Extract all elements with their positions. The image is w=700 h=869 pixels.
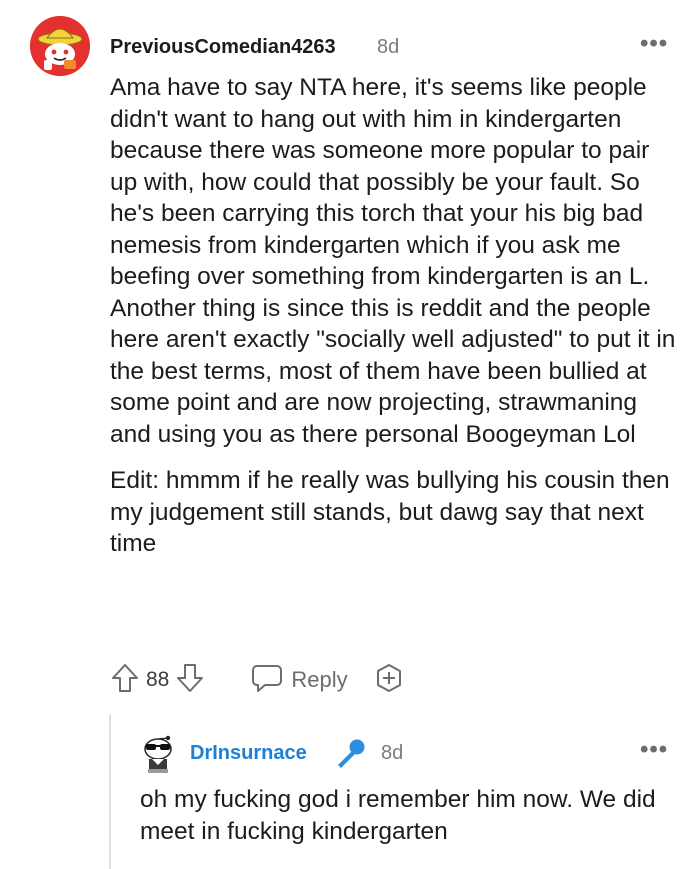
- comment-author[interactable]: PreviousComedian4263: [110, 36, 336, 59]
- microphone-icon: [333, 737, 367, 776]
- upvote-icon[interactable]: [110, 662, 140, 699]
- reply-body: oh my fucking god i remember him now. We…: [140, 786, 656, 845]
- reply-user-avatar[interactable]: [140, 735, 176, 775]
- reply-timestamp: 8d: [381, 742, 404, 764]
- comment-actions: 88 Reply: [110, 662, 404, 698]
- reply-button[interactable]: Reply: [251, 663, 348, 698]
- reply-author[interactable]: DrInsurnace: [190, 742, 307, 765]
- snoo-avatar-icon: [30, 16, 90, 76]
- user-avatar[interactable]: [30, 16, 90, 76]
- reply-label: Reply: [291, 667, 348, 692]
- comment-body: Ama have to say NTA here, it's seems lik…: [110, 72, 680, 560]
- comment-edit-text: Edit: hmmm if he really was bullying his…: [110, 467, 670, 557]
- thread-line[interactable]: [109, 714, 111, 869]
- more-options-icon[interactable]: •••: [640, 30, 668, 58]
- comment-thread: PreviousComedian4263 8d ••• Ama have to …: [0, 0, 700, 869]
- comment-text: Ama have to say NTA here, it's seems lik…: [110, 74, 676, 448]
- reply-bubble-icon: [251, 663, 283, 698]
- award-icon[interactable]: [374, 663, 404, 698]
- comment-timestamp: 8d: [377, 36, 400, 58]
- snoo-sunglasses-avatar-icon: [144, 735, 172, 773]
- vote-count: 88: [146, 668, 170, 691]
- more-options-icon[interactable]: •••: [640, 736, 668, 764]
- downvote-icon[interactable]: [175, 662, 205, 699]
